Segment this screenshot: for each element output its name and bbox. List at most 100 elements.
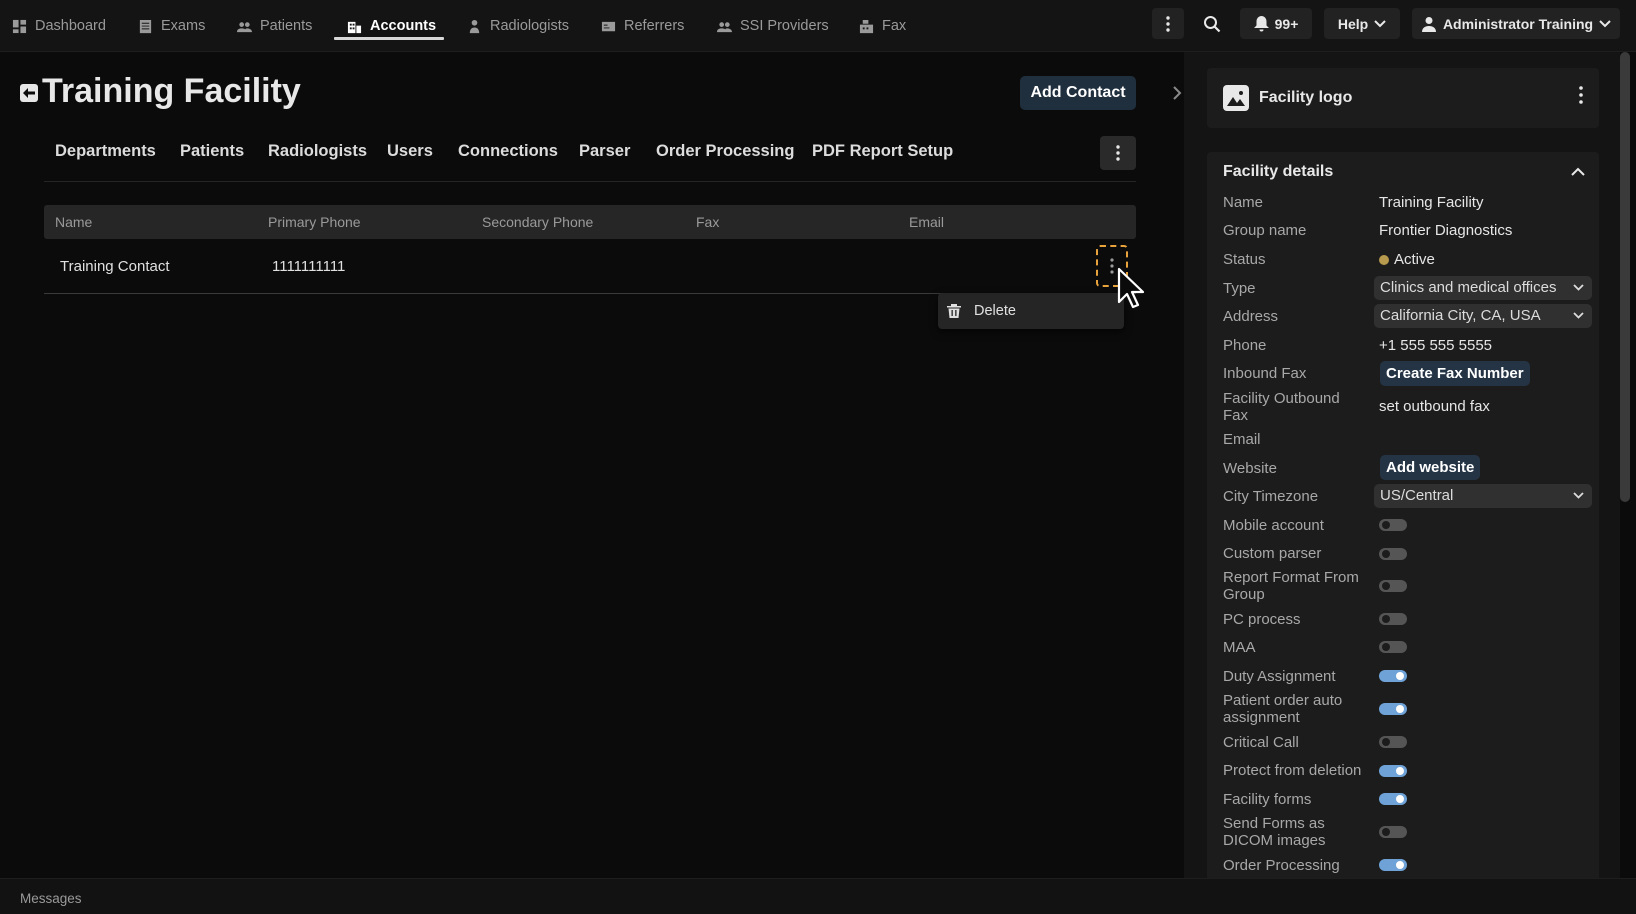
nav-dashboard[interactable]: Dashboard bbox=[12, 0, 106, 52]
toggle-switch-order-processing[interactable] bbox=[1379, 859, 1407, 871]
tab-parser[interactable]: Parser bbox=[579, 142, 630, 161]
field-label-type: Type bbox=[1223, 280, 1256, 297]
user-name: Administrator Training bbox=[1442, 15, 1594, 32]
help-label: Help bbox=[1337, 15, 1369, 32]
collapse-details-button[interactable] bbox=[1571, 164, 1585, 182]
user-icon bbox=[1421, 16, 1436, 32]
tab-connections[interactable]: Connections bbox=[458, 142, 558, 161]
toggle-switch-report-format[interactable] bbox=[1379, 580, 1407, 592]
nav-radiologists[interactable]: Radiologists bbox=[467, 0, 569, 52]
divider bbox=[44, 181, 1136, 182]
nav-label: Radiologists bbox=[490, 18, 569, 34]
field-label-outbound-fax: Facility Outbound Fax bbox=[1223, 390, 1340, 424]
toggle-switch-patient-order-auto[interactable] bbox=[1379, 703, 1407, 715]
messages-bar[interactable]: Messages bbox=[0, 878, 1636, 914]
contact-name: Training Contact bbox=[60, 258, 170, 275]
facility-logo-title: Facility logo bbox=[1259, 89, 1353, 106]
toggle-label: Report Format From Group bbox=[1223, 569, 1359, 603]
back-icon[interactable] bbox=[20, 84, 38, 102]
nav-label: Fax bbox=[882, 18, 907, 34]
contact-primary-phone: 1111111111 bbox=[272, 258, 346, 275]
nav-fax[interactable]: Fax bbox=[859, 0, 906, 52]
column-header-primary-phone[interactable]: Primary Phone bbox=[268, 214, 361, 230]
add-website-button[interactable]: Add website bbox=[1380, 455, 1481, 480]
facility-logo-card: Facility logo bbox=[1207, 68, 1599, 128]
chevron-down-icon bbox=[1573, 492, 1584, 499]
toggle-label: Patient order auto assignment bbox=[1223, 692, 1343, 726]
toggle-switch-pc-process[interactable] bbox=[1379, 613, 1407, 625]
search-icon bbox=[1204, 15, 1221, 32]
nav-patients[interactable]: Patients bbox=[237, 0, 312, 52]
field-label-email: Email bbox=[1223, 431, 1261, 448]
column-header-fax[interactable]: Fax bbox=[696, 214, 719, 230]
toggle-label: Protect from deletion bbox=[1223, 762, 1362, 779]
add-contact-button[interactable]: Add Contact bbox=[1020, 76, 1136, 110]
chevron-right-icon bbox=[1173, 86, 1182, 100]
nav-referrers[interactable]: Referrers bbox=[601, 0, 684, 52]
toggle-switch-custom-parser[interactable] bbox=[1379, 548, 1407, 560]
address-select-value: California City, CA, USA bbox=[1380, 307, 1541, 324]
field-label-phone: Phone bbox=[1223, 337, 1267, 354]
tab-order-processing[interactable]: Order Processing bbox=[656, 142, 794, 161]
field-value-group[interactable]: Frontier Diagnostics bbox=[1379, 222, 1512, 239]
dashboard-icon bbox=[12, 19, 27, 33]
toggle-label: Send Forms as DICOM images bbox=[1223, 815, 1326, 849]
logo-more-button[interactable] bbox=[1579, 86, 1583, 109]
chevron-up-icon bbox=[1571, 167, 1585, 176]
nav-ssi-providers[interactable]: SSI Providers bbox=[717, 0, 829, 52]
contacts-table-header: Name Primary Phone Secondary Phone Fax E… bbox=[44, 205, 1136, 239]
exams-icon bbox=[139, 19, 152, 33]
image-icon[interactable] bbox=[1223, 85, 1249, 111]
timezone-select[interactable]: US/Central bbox=[1374, 484, 1592, 508]
toggle-switch-protect-deletion[interactable] bbox=[1379, 765, 1407, 777]
tab-users[interactable]: Users bbox=[387, 142, 433, 161]
toggle-switch-send-forms-dicom[interactable] bbox=[1379, 826, 1407, 838]
nav-accounts[interactable]: Accounts bbox=[347, 0, 436, 52]
column-header-name[interactable]: Name bbox=[55, 214, 92, 230]
table-row[interactable]: Training Contact 1111111111 bbox=[44, 244, 1136, 294]
user-menu[interactable]: Administrator Training bbox=[1412, 8, 1620, 39]
create-fax-number-button[interactable]: Create Fax Number bbox=[1380, 361, 1530, 386]
type-select[interactable]: Clinics and medical offices bbox=[1374, 276, 1592, 300]
more-vertical-icon bbox=[1110, 258, 1114, 274]
nav-exams[interactable]: Exams bbox=[138, 0, 205, 52]
page-title: Training Facility bbox=[42, 72, 301, 110]
toggle-switch-duty-assignment[interactable] bbox=[1379, 670, 1407, 682]
toggle-switch-mobile-account[interactable] bbox=[1379, 519, 1407, 531]
row-context-menu: Delete bbox=[938, 293, 1124, 329]
notifications-button[interactable]: 99+ bbox=[1240, 8, 1312, 39]
nav-label: Referrers bbox=[624, 18, 685, 34]
tab-departments[interactable]: Departments bbox=[55, 142, 156, 161]
set-outbound-fax-link[interactable]: set outbound fax bbox=[1379, 398, 1490, 415]
search-button[interactable] bbox=[1196, 8, 1228, 39]
toggle-label: Mobile account bbox=[1223, 517, 1324, 534]
accounts-icon bbox=[347, 21, 362, 33]
column-header-email[interactable]: Email bbox=[909, 214, 944, 230]
facility-details-title: Facility details bbox=[1223, 163, 1334, 180]
more-options-button[interactable] bbox=[1152, 8, 1184, 39]
field-value-phone[interactable]: +1 555 555 5555 bbox=[1379, 337, 1492, 354]
address-select[interactable]: California City, CA, USA bbox=[1374, 304, 1592, 328]
top-navigation: Dashboard Exams Patients Accounts Radiol… bbox=[0, 0, 1636, 52]
panel-scrollbar[interactable] bbox=[1620, 52, 1630, 502]
status-badge[interactable]: Active bbox=[1379, 251, 1435, 268]
field-label-name: Name bbox=[1223, 194, 1264, 211]
toggle-label: Facility forms bbox=[1223, 791, 1312, 808]
field-label-website: Website bbox=[1223, 460, 1277, 477]
field-label-status: Status bbox=[1223, 251, 1266, 268]
toggle-label: Critical Call bbox=[1223, 734, 1299, 751]
toggle-label: PC process bbox=[1223, 611, 1301, 628]
tab-radiologists[interactable]: Radiologists bbox=[268, 142, 367, 161]
tab-patients[interactable]: Patients bbox=[180, 142, 244, 161]
tab-pdf-report-setup[interactable]: PDF Report Setup bbox=[812, 142, 953, 161]
column-header-secondary-phone[interactable]: Secondary Phone bbox=[482, 214, 593, 230]
field-label-timezone: City Timezone bbox=[1223, 488, 1319, 505]
toggle-switch-facility-forms[interactable] bbox=[1379, 793, 1407, 805]
toggle-switch-maa[interactable] bbox=[1379, 641, 1407, 653]
help-dropdown[interactable]: Help bbox=[1324, 8, 1400, 39]
subtabs-more-button[interactable] bbox=[1100, 136, 1136, 170]
referrers-icon bbox=[601, 21, 616, 31]
toggle-switch-critical-call[interactable] bbox=[1379, 736, 1407, 748]
nav-label: Accounts bbox=[370, 18, 437, 34]
delete-menu-item[interactable]: Delete bbox=[974, 303, 1016, 319]
